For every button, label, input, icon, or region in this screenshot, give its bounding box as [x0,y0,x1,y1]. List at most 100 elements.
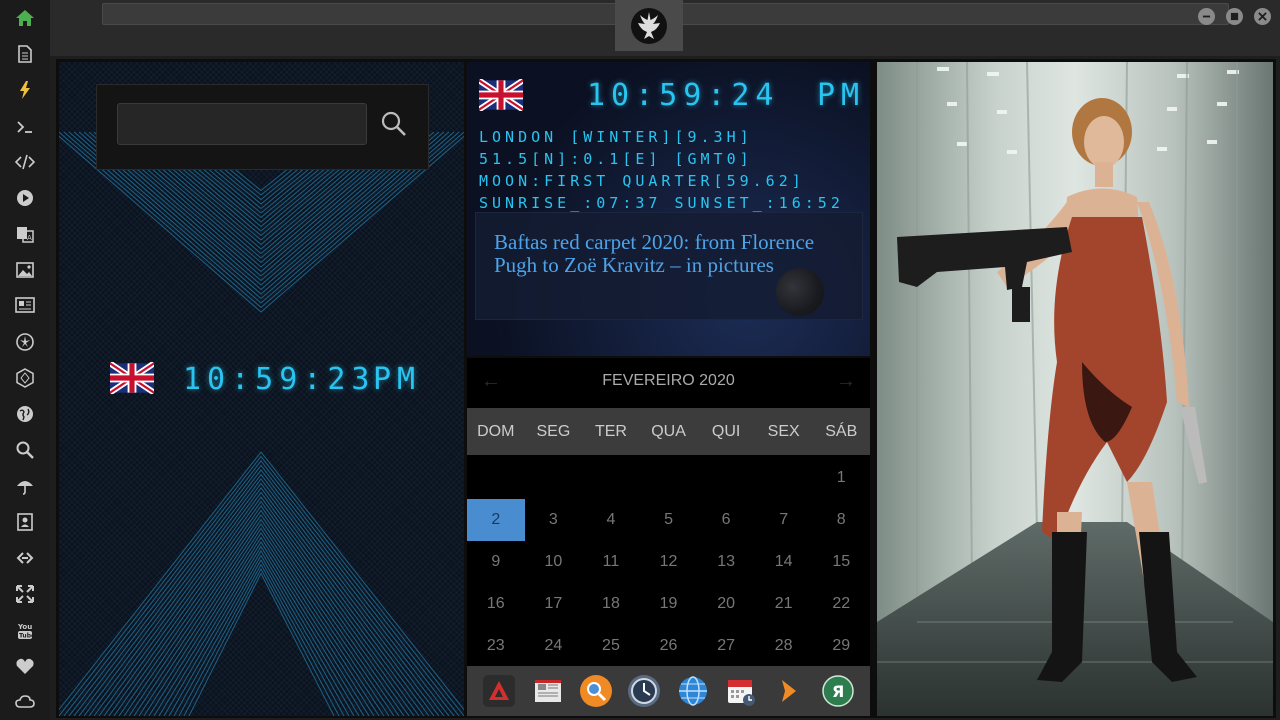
close-button[interactable] [1254,8,1271,25]
minimize-icon [1202,15,1211,18]
calendar-day[interactable]: 19 [640,583,698,625]
calendar-weekday-header: DOM SEG TER QUA QUI SEX SÁB [467,408,870,455]
hexagon-icon[interactable] [0,362,50,394]
cloud-icon[interactable] [0,686,50,718]
mid-clock-time: 10:59:24 [587,78,780,113]
news-card[interactable]: Baftas red carpet 2020: from Florence Pu… [475,212,863,320]
calendar-day[interactable]: 18 [582,583,640,625]
calendar-day-today[interactable]: 2 [467,499,525,541]
calendar-day[interactable] [640,457,698,499]
news-icon[interactable] [0,289,50,321]
calendar-app-icon[interactable] [724,674,758,708]
calendar-day[interactable]: 21 [755,583,813,625]
calendar-day[interactable]: 3 [525,499,583,541]
chevron-line [63,460,460,716]
app-red-triangle-icon[interactable] [482,674,516,708]
calendar-day[interactable]: 4 [582,499,640,541]
weekday-label: QUI [711,423,741,440]
calendar-header: ← FEVEREIRO 2020 → [467,358,870,404]
news-headline[interactable]: Baftas red carpet 2020: from Florence Pu… [494,231,824,277]
calendar-day[interactable]: 7 [755,499,813,541]
calendar-day[interactable]: 1 [812,457,870,499]
terminal-icon[interactable] [0,111,50,143]
search-icon[interactable] [0,434,50,466]
calendar-day[interactable]: 29 [812,625,870,667]
calendar-day[interactable] [697,457,755,499]
contacts-icon[interactable] [0,506,50,538]
globe-app-icon[interactable] [676,674,710,708]
home-icon[interactable] [0,2,50,34]
calendar-day[interactable]: 28 [755,625,813,667]
document-icon[interactable] [0,38,50,70]
calendar-week: 1 [467,457,870,499]
calendar-day[interactable]: 9 [467,541,525,583]
calendar-day[interactable]: 10 [525,541,583,583]
calendar-day[interactable]: 23 [467,625,525,667]
calendar-day[interactable]: 15 [812,541,870,583]
calendar-day[interactable]: 11 [582,541,640,583]
calendar-day[interactable] [582,457,640,499]
lightning-icon[interactable] [0,74,50,106]
calendar-day[interactable]: 16 [467,583,525,625]
next-month-button[interactable]: → [836,370,856,393]
calendar-week: 2 3 4 5 6 7 8 [467,499,870,541]
rebel-alliance-icon[interactable] [0,326,50,358]
calendar-day[interactable]: 27 [697,625,755,667]
calendar-day[interactable]: 13 [697,541,755,583]
calendar-day[interactable]: 24 [525,625,583,667]
umbrella-icon[interactable] [0,470,50,502]
calendar-day[interactable]: 25 [582,625,640,667]
rebel-alliance-logo[interactable] [615,0,683,51]
youtube-icon[interactable]: You Tube [0,614,50,646]
heart-icon[interactable] [0,650,50,682]
calendar-week: 9 10 11 12 13 14 15 [467,541,870,583]
clock-app-icon[interactable] [627,674,661,708]
news-app-icon[interactable] [531,674,565,708]
calendar-day[interactable]: 20 [697,583,755,625]
search-input[interactable] [117,103,367,145]
chevron-line [128,518,395,716]
calendar-day[interactable]: 5 [640,499,698,541]
calendar-grid: 1 2 3 4 5 6 7 8 9 10 11 12 13 14 15 16 1… [467,457,870,667]
arrow-app-icon[interactable] [772,674,806,708]
app-dock: Я [467,666,870,716]
calendar-day[interactable]: 22 [812,583,870,625]
calendar-day[interactable]: 14 [755,541,813,583]
globe-icon[interactable] [0,398,50,430]
yandex-app-icon[interactable]: Я [821,674,855,708]
calendar-day[interactable]: 17 [525,583,583,625]
world-clock-widget: 10:59:24 PM LONDON [WINTER][9.3H] 51.5[N… [467,62,870,356]
prev-month-button[interactable]: ← [481,370,501,393]
svg-text:Я: Я [832,682,844,701]
code-icon[interactable] [0,146,50,178]
translate-icon[interactable]: A [0,218,50,250]
calendar-day[interactable]: 12 [640,541,698,583]
rebel-alliance-icon [631,7,667,44]
calendar-day[interactable] [525,457,583,499]
uk-flag-icon [479,79,523,111]
calendar-day[interactable] [467,457,525,499]
chevron-line [88,482,435,716]
calendar-week: 23 24 25 26 27 28 29 [467,625,870,667]
expand-icon[interactable] [0,578,50,610]
chevron-line [123,514,400,716]
left-clock-ampm: PM [373,362,422,397]
uk-flag-icon [110,362,154,394]
calendar-day[interactable]: 6 [697,499,755,541]
svg-text:You: You [17,623,32,631]
play-icon[interactable] [0,182,50,214]
weekday-label: DOM [477,423,515,440]
search-app-icon[interactable] [579,674,613,708]
image-icon[interactable] [0,254,50,286]
minimize-button[interactable] [1198,8,1215,25]
calendar-day[interactable] [755,457,813,499]
search-button[interactable] [377,103,411,145]
location-info: LONDON [WINTER][9.3H] [479,128,753,146]
calendar-day[interactable]: 8 [812,499,870,541]
maximize-button[interactable] [1226,8,1243,25]
calendar-day[interactable]: 26 [640,625,698,667]
woman-with-rifle-photo [877,62,1273,716]
svg-text:Tube: Tube [19,633,35,640]
chevron-line [98,491,425,716]
link-icon[interactable] [0,542,50,574]
